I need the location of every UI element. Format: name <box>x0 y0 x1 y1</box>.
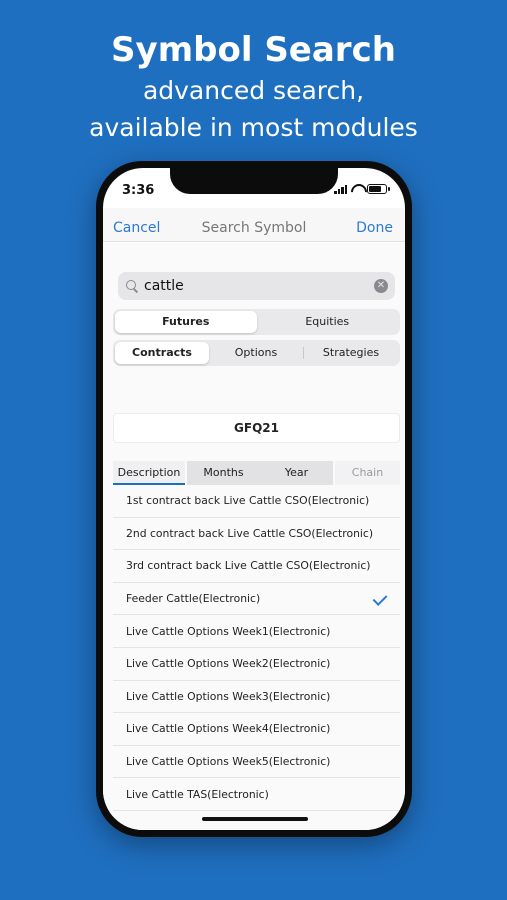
list-item-label: Live Cattle Options Week5(Electronic) <box>126 755 331 769</box>
tab-chain[interactable]: Chain <box>335 461 400 485</box>
market-segmented-control: Futures Equities <box>113 309 400 335</box>
search-panel: ✕ Futures Equities Contracts Options Str… <box>103 243 405 830</box>
list-item-label: Live Cattle TAS(Electronic) <box>126 787 269 801</box>
list-item[interactable]: Live Cattle TAS(Electronic) <box>113 778 400 811</box>
home-indicator[interactable] <box>202 817 308 821</box>
promo-title: Symbol Search <box>111 30 396 70</box>
phone-notch <box>170 168 338 194</box>
segment-options[interactable]: Options <box>209 342 303 364</box>
segment-equities[interactable]: Equities <box>257 311 399 333</box>
status-icons <box>334 184 390 194</box>
done-button[interactable]: Done <box>356 220 393 236</box>
list-item[interactable]: Live Cattle Options Week5(Electronic) <box>113 745 400 779</box>
list-item-label: Live Cattle Options Week3(Electronic) <box>126 689 331 703</box>
segment-strategies[interactable]: Strategies <box>304 342 398 364</box>
list-item-label: Live Cattle Options Week1(Electronic) <box>126 624 331 638</box>
list-item-label: 2nd contract back Live Cattle CSO(Electr… <box>126 526 374 540</box>
phone-screen: 3:36 Cancel Search Symbol Done ✕ Futures… <box>103 168 405 830</box>
status-time: 3:36 <box>122 183 155 198</box>
list-item[interactable]: Live Cattle Options Week2(Electronic) <box>113 647 400 681</box>
results-list: 1st contract back Live Cattle CSO(Electr… <box>113 485 400 811</box>
navigation-bar: Cancel Search Symbol Done <box>103 208 405 242</box>
list-item[interactable]: Live Cattle Options Week4(Electronic) <box>113 713 400 746</box>
selected-symbol: GFQ21 <box>113 413 400 443</box>
tab-description[interactable]: Description <box>113 461 185 485</box>
list-item[interactable]: Feeder Cattle(Electronic) <box>113 582 400 616</box>
search-input[interactable] <box>144 278 364 294</box>
segment-futures[interactable]: Futures <box>115 311 257 333</box>
search-bar[interactable]: ✕ <box>118 272 395 300</box>
list-item-label: Live Cattle Options Week4(Electronic) <box>126 722 331 736</box>
list-item[interactable]: Live Cattle Options Week3(Electronic) <box>113 680 400 714</box>
promo-subtitle-line1: advanced search, <box>142 76 365 105</box>
tab-year[interactable]: Year <box>260 461 333 485</box>
segment-contracts[interactable]: Contracts <box>115 342 209 364</box>
list-item[interactable]: Live Cattle Options Week1(Electronic) <box>113 615 400 648</box>
wifi-icon <box>351 184 363 194</box>
list-item-label: 3rd contract back Live Cattle CSO(Electr… <box>126 559 371 573</box>
list-item-label: Live Cattle Options Week2(Electronic) <box>126 657 331 671</box>
clear-icon[interactable]: ✕ <box>374 279 388 293</box>
list-item-label: 1st contract back Live Cattle CSO(Electr… <box>126 494 370 508</box>
list-item[interactable]: 3rd contract back Live Cattle CSO(Electr… <box>113 550 400 583</box>
tab-months[interactable]: Months <box>187 461 260 485</box>
result-tabs: Description Months Year Chain <box>113 461 400 485</box>
list-item[interactable]: 1st contract back Live Cattle CSO(Electr… <box>113 485 400 518</box>
promo-headline: Symbol Search advanced search, available… <box>0 28 507 146</box>
list-item-label: Feeder Cattle(Electronic) <box>126 592 261 606</box>
checkmark-icon <box>372 590 388 606</box>
promo-subtitle-line2: available in most modules <box>89 113 418 142</box>
type-segmented-control: Contracts Options Strategies <box>113 340 400 366</box>
tab-group-months-year: Months Year <box>187 461 333 485</box>
search-icon <box>126 280 138 292</box>
list-item[interactable]: 2nd contract back Live Cattle CSO(Electr… <box>113 517 400 551</box>
battery-icon <box>367 184 390 194</box>
phone-frame: 3:36 Cancel Search Symbol Done ✕ Futures… <box>96 161 412 837</box>
cellular-signal-icon <box>334 184 347 194</box>
